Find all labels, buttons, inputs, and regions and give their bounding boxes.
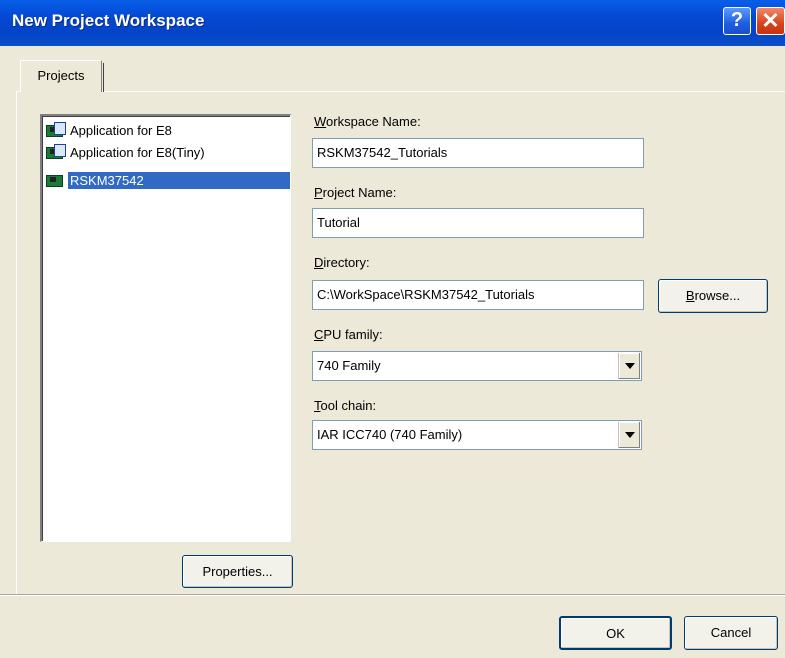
properties-button[interactable]: Properties... (182, 555, 293, 588)
cpu-family-select[interactable]: 740 Family (312, 351, 642, 381)
window-title: New Project Workspace (12, 11, 205, 30)
workspace-name-label: Workspace Name: (314, 114, 421, 129)
project-name-label: Project Name: (314, 185, 397, 200)
tool-chain-label: Tool chain: (314, 398, 377, 413)
list-item-selected[interactable]: RSKM37542 (46, 170, 290, 190)
project-board-icon (46, 122, 66, 138)
project-type-list[interactable]: Application for E8 Application for E8(Ti… (40, 114, 291, 542)
chevron-down-icon[interactable] (618, 353, 640, 379)
tool-chain-value: IAR ICC740 (740 Family) (317, 427, 463, 442)
list-item[interactable]: Application for E8(Tiny) (46, 142, 207, 162)
cpu-family-value: 740 Family (317, 358, 381, 373)
directory-input[interactable]: C:\WorkSpace\RSKM37542_Tutorials (312, 280, 644, 310)
divider (0, 594, 785, 596)
browse-button[interactable]: Browse... (658, 279, 768, 313)
close-button[interactable]: ✕ (756, 7, 785, 35)
tab-projects[interactable]: Projects (20, 60, 104, 92)
directory-label: Directory: (314, 255, 370, 270)
project-board-icon (46, 144, 66, 160)
help-button[interactable]: ? (723, 7, 751, 35)
list-item-label: Application for E8 (70, 122, 172, 138)
tool-chain-select[interactable]: IAR ICC740 (740 Family) (312, 420, 642, 450)
project-board-icon (46, 172, 66, 188)
project-name-input[interactable]: Tutorial (312, 208, 644, 238)
cancel-button[interactable]: Cancel (684, 616, 778, 650)
ok-button[interactable]: OK (559, 616, 672, 650)
list-item[interactable]: Application for E8 (46, 120, 174, 140)
chevron-down-icon[interactable] (618, 422, 640, 448)
title-bar[interactable]: New Project Workspace ? ✕ (0, 0, 785, 46)
list-item-label: RSKM37542 (68, 171, 290, 189)
cpu-family-label: CPU family: (314, 327, 383, 342)
workspace-name-input[interactable]: RSKM37542_Tutorials (312, 138, 644, 168)
list-item-label: Application for E8(Tiny) (70, 144, 205, 160)
